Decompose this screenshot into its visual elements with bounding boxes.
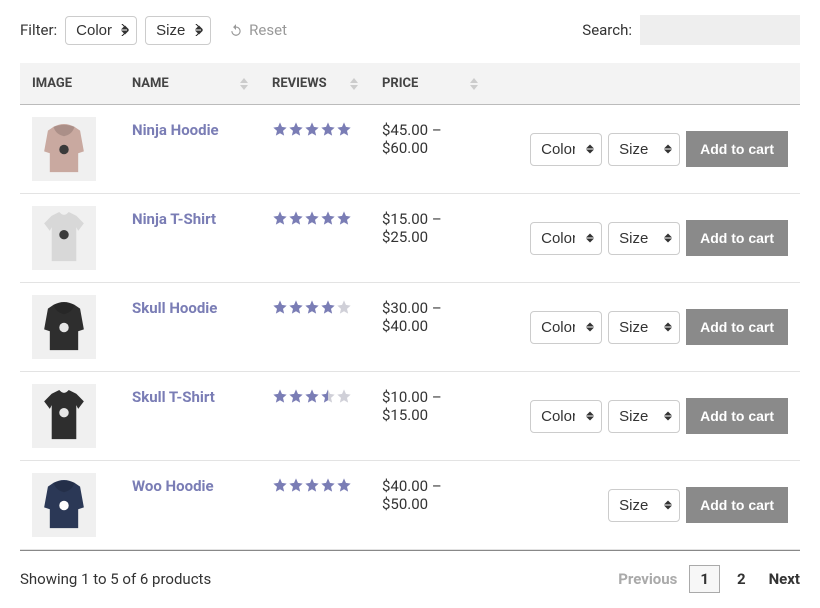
product-price: $40.00 – $50.00 [382,477,442,513]
product-name-link[interactable]: Ninja T-Shirt [132,210,216,228]
product-thumb[interactable] [32,295,96,359]
rating-stars [272,388,358,404]
filter-group: Filter: Color Size Reset [20,16,287,45]
rating-stars [272,121,358,137]
add-to-cart-button[interactable]: Add to cart [686,398,788,434]
next-link[interactable]: Next [769,570,800,588]
reset-icon [229,23,243,37]
table-row: Woo Hoodie $40.00 – $50.00 SizeAdd to car… [20,461,800,550]
variant-color-select[interactable]: Color [530,222,602,255]
variant-size-select-wrap: Size [608,222,680,255]
add-to-cart-button[interactable]: Add to cart [686,487,788,523]
sort-icon [350,78,358,90]
variant-size-select[interactable]: Size [608,489,680,522]
product-name-link[interactable]: Skull Hoodie [132,299,217,317]
sort-icon [240,78,248,90]
variant-size-select[interactable]: Size [608,222,680,255]
add-to-cart-button[interactable]: Add to cart [686,131,788,167]
product-name-link[interactable]: Skull T-Shirt [132,388,215,406]
col-header-reviews[interactable]: REVIEWS [260,63,370,105]
add-to-cart-button[interactable]: Add to cart [686,220,788,256]
variant-color-select-wrap: Color [530,222,602,255]
row-actions: SizeAdd to cart [502,487,788,523]
variant-size-select-wrap: Size [608,400,680,433]
product-price: $10.00 – $15.00 [382,388,442,424]
product-thumb[interactable] [32,117,96,181]
filter-color-select-wrap: Color [65,16,137,45]
col-header-name[interactable]: NAME [120,63,260,105]
rating-stars [272,210,358,226]
product-thumb[interactable] [32,206,96,270]
filter-label: Filter: [20,21,57,39]
row-actions: ColorSizeAdd to cart [502,131,788,167]
add-to-cart-button[interactable]: Add to cart [686,309,788,345]
variant-color-select-wrap: Color [530,133,602,166]
table-header-row: IMAGE NAME REVIEWS PRICE [20,63,800,105]
col-header-actions [490,63,800,105]
filter-size-select-wrap: Size [145,16,211,45]
table-row: Ninja Hoodie $45.00 – $60.00 ColorSizeAdd… [20,105,800,194]
sort-icon [470,78,478,90]
filter-size-select[interactable]: Size [145,16,211,45]
row-actions: ColorSizeAdd to cart [502,309,788,345]
col-header-price[interactable]: PRICE [370,63,490,105]
pagination: Previous 12 Next [618,565,800,593]
variant-size-select-wrap: Size [608,489,680,522]
variant-color-select[interactable]: Color [530,133,602,166]
variant-color-select[interactable]: Color [530,311,602,344]
search-input[interactable] [640,15,800,45]
prev-link[interactable]: Previous [618,570,677,588]
table-row: Ninja T-Shirt $15.00 – $25.00 ColorSizeAd… [20,194,800,283]
row-actions: ColorSizeAdd to cart [502,398,788,434]
rating-stars [272,299,358,315]
reset-label: Reset [249,21,287,39]
product-price: $30.00 – $40.00 [382,299,442,335]
page-number[interactable]: 1 [689,565,720,593]
search-group: Search: [582,15,800,45]
variant-size-select-wrap: Size [608,311,680,344]
product-thumb[interactable] [32,473,96,537]
table-row: Skull T-Shirt $10.00 – $15.00 ColorSizeAd… [20,372,800,461]
variant-size-select-wrap: Size [608,133,680,166]
page-number[interactable]: 2 [726,565,757,593]
product-table: IMAGE NAME REVIEWS PRICE Ninja Hoodie [20,63,800,550]
variant-color-select-wrap: Color [530,311,602,344]
product-thumb[interactable] [32,384,96,448]
search-label: Search: [582,21,632,39]
variant-size-select[interactable]: Size [608,400,680,433]
product-price: $45.00 – $60.00 [382,121,442,157]
variant-color-select[interactable]: Color [530,400,602,433]
row-actions: ColorSizeAdd to cart [502,220,788,256]
variant-size-select[interactable]: Size [608,133,680,166]
col-header-image: IMAGE [20,63,120,105]
product-name-link[interactable]: Woo Hoodie [132,477,214,495]
product-price: $15.00 – $25.00 [382,210,442,246]
reset-link[interactable]: Reset [229,21,287,39]
rating-stars [272,477,358,493]
variant-size-select[interactable]: Size [608,311,680,344]
product-name-link[interactable]: Ninja Hoodie [132,121,219,139]
table-row: Skull Hoodie $30.00 – $40.00 ColorSizeAdd… [20,283,800,372]
variant-color-select-wrap: Color [530,400,602,433]
top-bar: Filter: Color Size Reset Search: [20,15,800,45]
results-summary: Showing 1 to 5 of 6 products [20,570,211,588]
filter-color-select[interactable]: Color [65,16,137,45]
